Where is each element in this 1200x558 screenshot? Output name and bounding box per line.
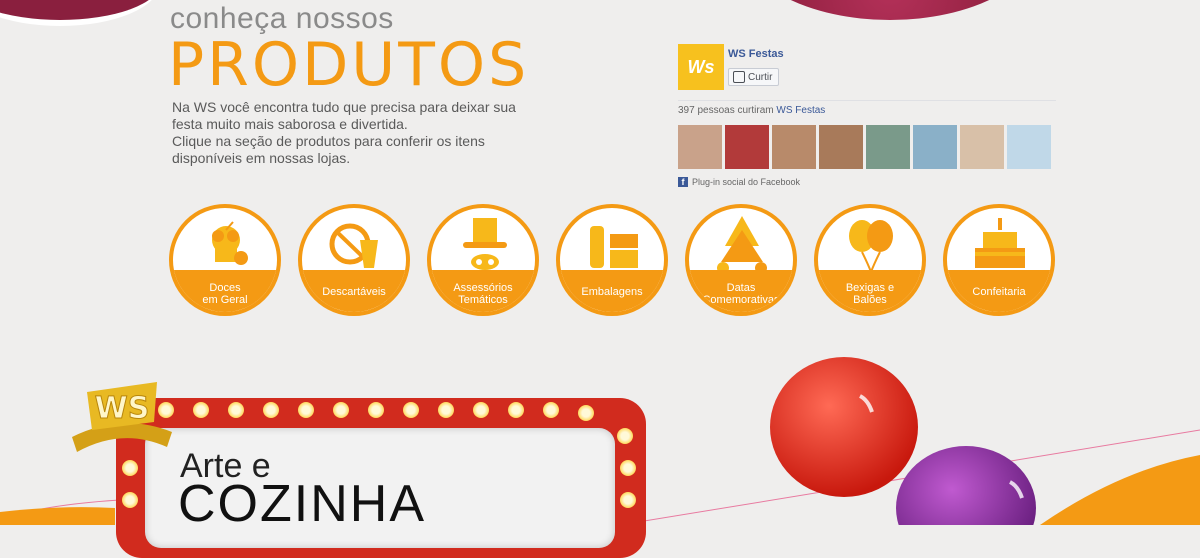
category-datas-comemorativas[interactable]: Datas Comemorativas [685,204,797,316]
red-balloon [770,357,918,497]
top-right-wave [740,0,1040,20]
intro-text: Na WS você encontra tudo que precisa par… [172,99,552,167]
ws-crown-badge-icon: WS [72,382,172,452]
packaging-icon [590,226,638,268]
intro-line: Clique na seção de produtos para conferi… [172,133,485,149]
intro-line: festa muito mais saborosa e divertida. [172,116,408,132]
svg-text:WS: WS [95,391,150,426]
category-embalagens[interactable]: Embalagens [556,204,668,316]
disposable-cup-icon [329,223,378,268]
like-count: 397 pessoas curtiram WS Festas [678,105,825,116]
category-label: Descartáveis [322,286,386,298]
divider [678,100,1056,101]
section-title: PRODUTOS [168,30,530,100]
category-label: Bexigas e Balões [845,282,895,306]
thumbs-up-icon [733,71,745,83]
category-bexigas-e-baloes[interactable]: Bexigas e Balões [814,204,926,316]
like-button-label: Curtir [748,71,773,83]
category-label: Embalagens [581,286,643,298]
promo-line-2: COZINHA [178,475,426,533]
fan-avatar[interactable] [866,125,910,169]
fan-avatar[interactable] [1007,125,1051,169]
facebook-plugin-credit[interactable]: f Plug-in social do Facebook [678,177,800,187]
category-doces-em-geral[interactable]: Doces em Geral [169,204,281,316]
category-label: Datas Comemorativas [702,282,780,306]
fan-avatar[interactable] [960,125,1004,169]
balloons-decoration [770,357,1036,525]
intro-line: disponíveis em nossas lojas. [172,150,351,166]
hat-mask-icon [463,218,507,270]
cupcake-icon [212,221,248,265]
plugin-credit-text: Plug-in social do Facebook [692,177,801,187]
category-label: Assessórios Temáticos [453,282,513,306]
facebook-icon: f [678,177,688,187]
cake-icon [975,218,1025,268]
like-count-text: 397 pessoas curtiram [678,105,774,116]
like-count-page-link[interactable]: WS Festas [776,105,825,116]
facebook-page-link[interactable]: WS Festas [728,48,784,60]
category-descartaveis[interactable]: Descartáveis [298,204,410,316]
intro-line: Na WS você encontra tudo que precisa par… [172,99,516,115]
category-label: Doces em Geral [202,282,248,306]
christmas-tree-icon [717,216,767,274]
category-assessorios-tematicos[interactable]: Assessórios Temáticos [427,204,539,316]
like-button[interactable]: Curtir [728,68,780,86]
category-label: Confeitaria [972,286,1026,298]
fan-avatar[interactable] [819,125,863,169]
category-confeitaria[interactable]: Confeitaria [943,204,1055,316]
fan-faces [678,125,1051,169]
ws-festas-logo[interactable]: Ws [678,44,724,90]
balloons-icon [849,220,893,273]
fan-avatar[interactable] [678,125,722,169]
fan-avatar[interactable] [913,125,957,169]
fan-avatar[interactable] [772,125,816,169]
top-left-wave [0,0,160,26]
fan-avatar[interactable] [725,125,769,169]
